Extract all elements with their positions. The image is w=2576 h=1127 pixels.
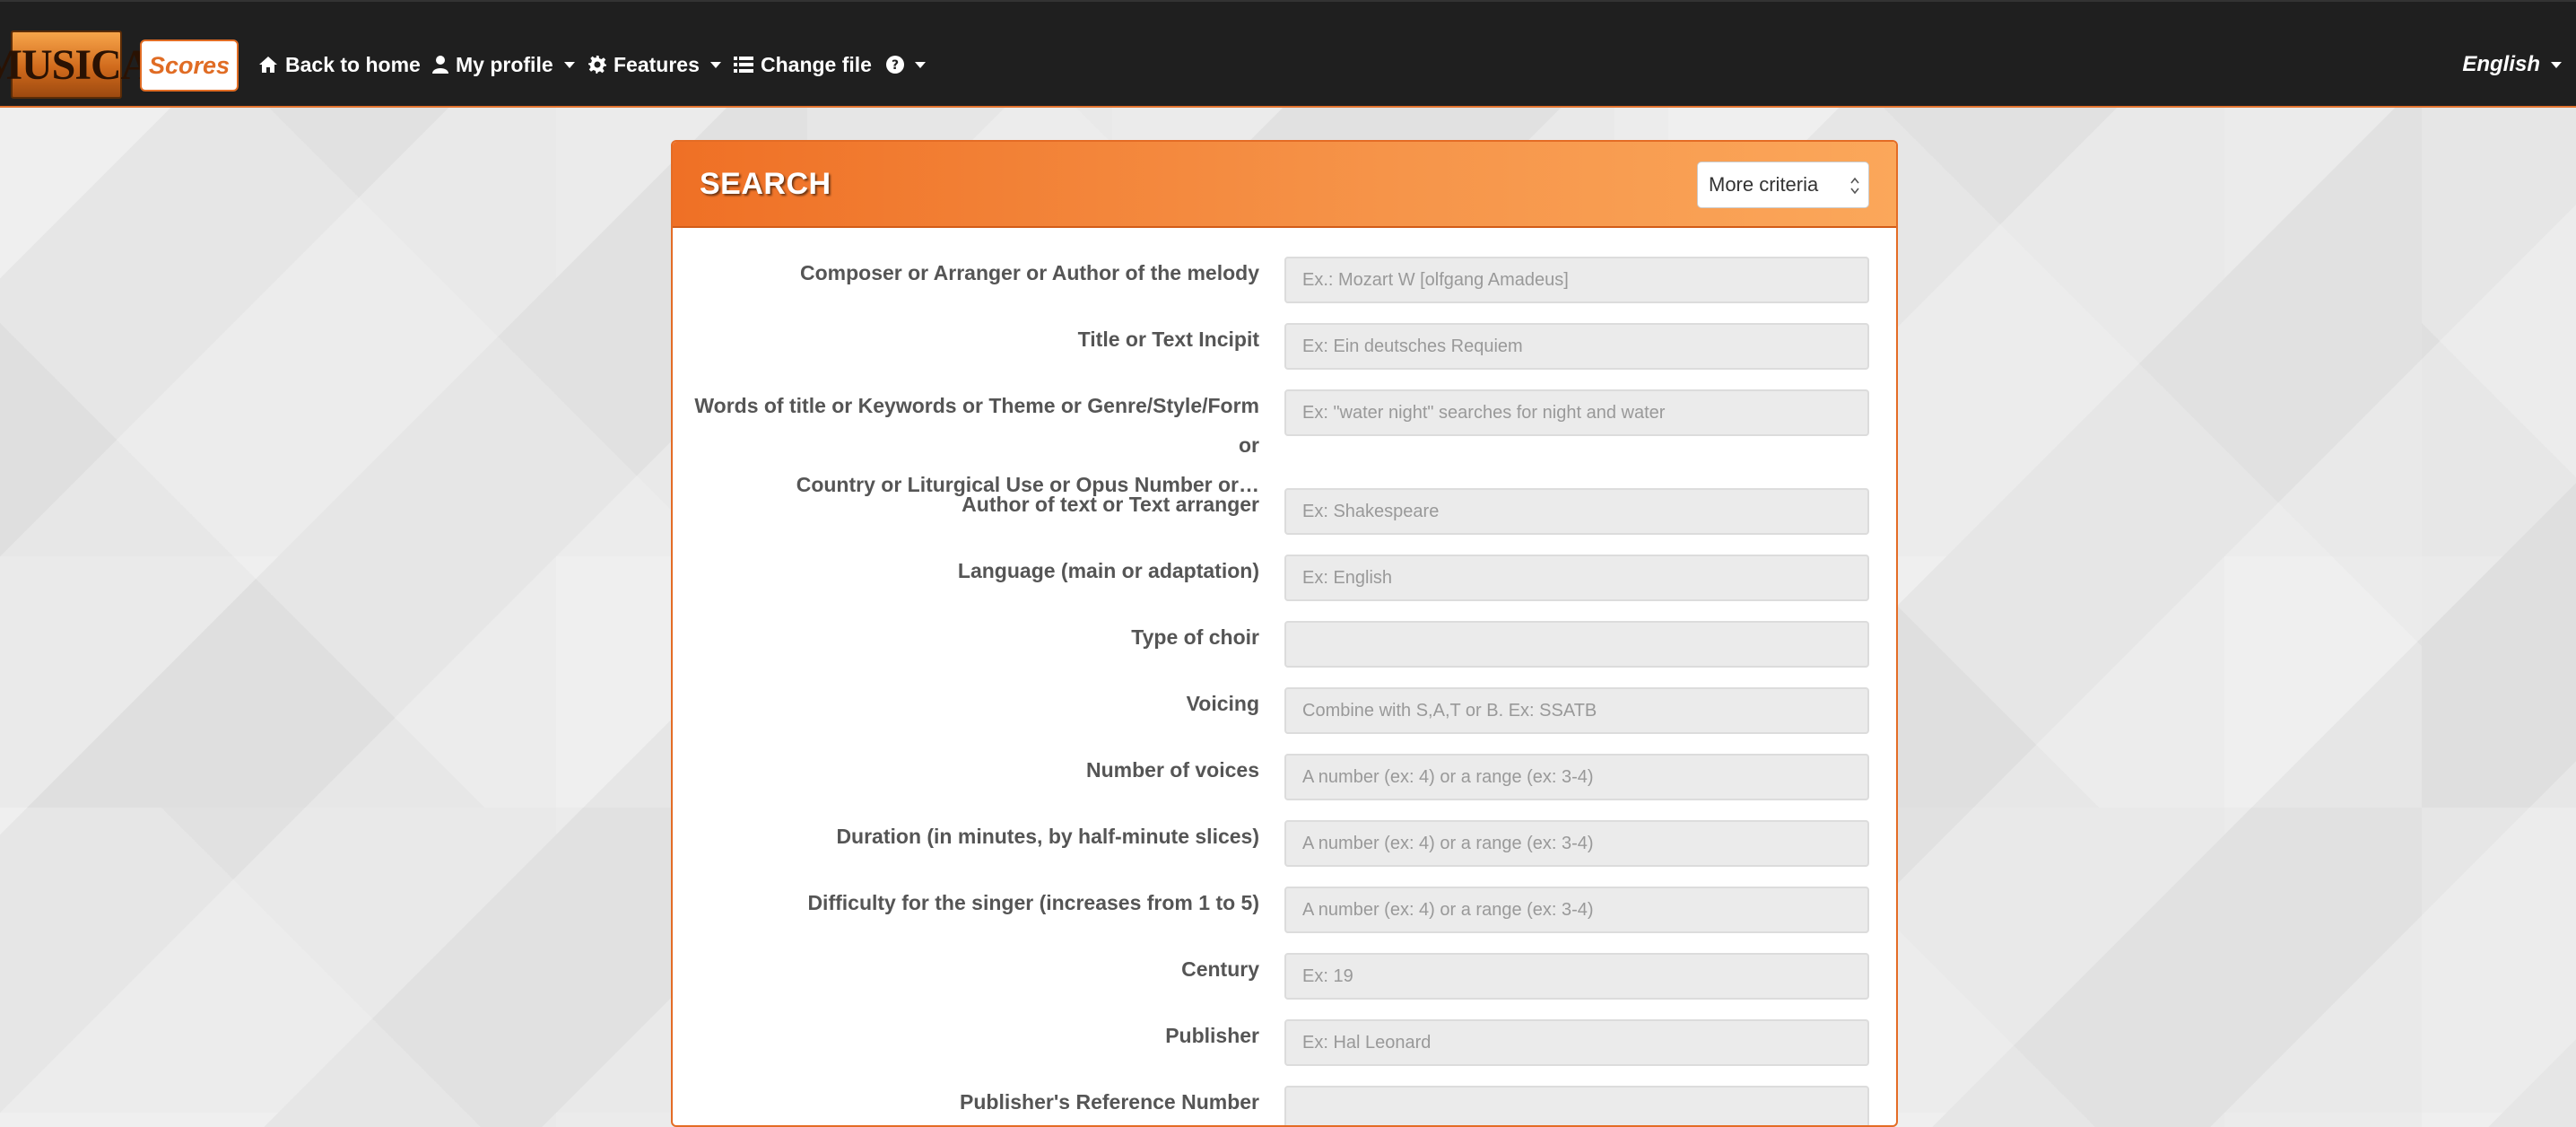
gear-icon (588, 56, 606, 74)
field-label: Composer or Arranger or Author of the me… (799, 261, 1259, 284)
field-label: Language (main or adaptation) (957, 559, 1259, 582)
field-label-line: Words of title or Keywords or Theme or G… (694, 394, 1259, 457)
nav-change-file-label: Change file (761, 52, 872, 76)
language-selector[interactable]: English (2462, 47, 2562, 83)
difficulty-input[interactable] (1284, 887, 1869, 933)
user-icon (432, 56, 448, 74)
field-label: Difficulty for the singer (increases fro… (807, 891, 1259, 914)
help-icon: ? (886, 56, 904, 74)
home-icon (259, 57, 277, 73)
nav-features-label: Features (614, 52, 700, 76)
title-input[interactable] (1284, 323, 1869, 370)
chevron-down-icon (709, 61, 721, 68)
chevron-down-icon (915, 61, 926, 68)
keywords-input[interactable] (1284, 389, 1869, 436)
nav-back-to-home-label: Back to home (285, 52, 421, 76)
field-label: Voicing (1186, 692, 1259, 715)
field-label: Type of choir (1131, 625, 1259, 649)
nav-my-profile[interactable]: My profile (432, 47, 575, 83)
more-criteria-label: More criteria (1709, 173, 1819, 196)
language-input[interactable] (1284, 555, 1869, 601)
search-title: SEARCH (700, 167, 831, 201)
nav-help[interactable]: ? (886, 47, 926, 83)
duration-input[interactable] (1284, 820, 1869, 867)
musica-logo[interactable]: MUSICA (0, 31, 152, 99)
field-label: Number of voices (1086, 758, 1259, 782)
composer-input[interactable] (1284, 257, 1869, 303)
more-criteria-select[interactable]: More criteria (1697, 162, 1869, 208)
language-label: English (2462, 52, 2540, 76)
text-author-input[interactable] (1284, 488, 1869, 535)
nav-back-to-home[interactable]: Back to home (258, 47, 421, 83)
scores-button[interactable]: Scores (140, 39, 239, 92)
chevron-down-icon (563, 61, 575, 68)
nav-change-file[interactable]: Change file (734, 47, 872, 83)
publisher-ref-input[interactable] (1284, 1086, 1869, 1125)
voicing-input[interactable] (1284, 687, 1869, 734)
select-updown-icon (1850, 177, 1859, 195)
choir-type-input[interactable] (1284, 621, 1869, 668)
century-input[interactable] (1284, 953, 1869, 1000)
list-icon (734, 57, 753, 73)
field-label: Century (1181, 957, 1259, 981)
field-label: Publisher (1165, 1024, 1259, 1047)
field-label: Title or Text Incipit (1077, 328, 1259, 351)
publisher-input[interactable] (1284, 1019, 1869, 1066)
top-navbar: MUSICA Scores Back to home My profile Fe… (0, 0, 2576, 108)
search-panel-header: SEARCH More criteria (673, 142, 1896, 228)
number-of-voices-input[interactable] (1284, 754, 1869, 800)
chevron-down-icon (2551, 61, 2562, 68)
nav-my-profile-label: My profile (456, 52, 553, 76)
svg-text:?: ? (892, 58, 899, 73)
field-label: Duration (in minutes, by half-minute sli… (836, 825, 1259, 848)
nav-features[interactable]: Features (588, 47, 721, 83)
field-label: Publisher's Reference Number (960, 1090, 1259, 1114)
search-panel: SEARCH More criteria Composer or Arrange… (671, 140, 1898, 1127)
field-label: Author of text or Text arranger (962, 493, 1259, 516)
